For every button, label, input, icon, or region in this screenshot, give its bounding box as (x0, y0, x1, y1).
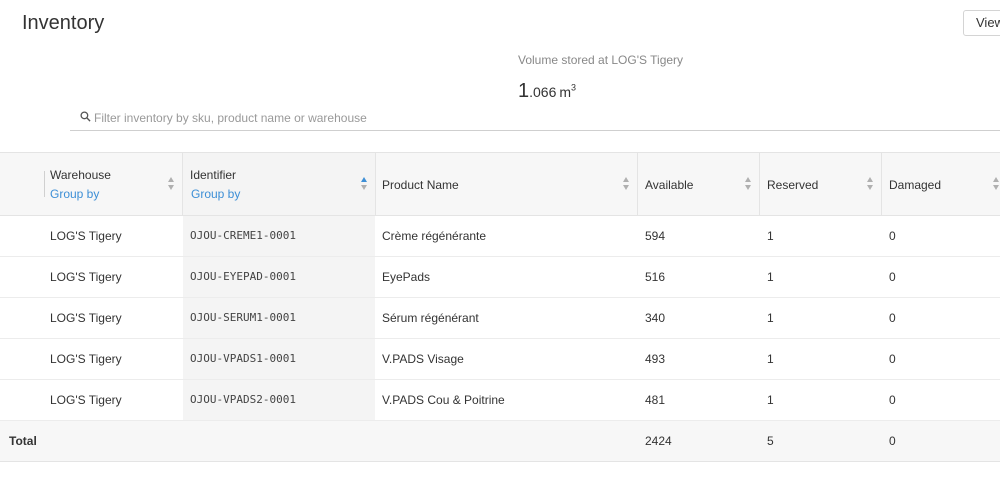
volume-unit: m (559, 84, 572, 100)
cell-product-name: V.PADS Cou & Poitrine (382, 393, 505, 407)
volume-value: 1.066 m3 (518, 80, 576, 103)
cell-damaged: 0 (889, 311, 896, 325)
volume-label: Volume stored at LOG'S Tigery (518, 53, 684, 67)
table-header-row: Warehouse Group by Identifier Group by P… (0, 153, 1000, 216)
volume-value-integer: 1 (518, 80, 530, 102)
cell-damaged: 0 (889, 270, 896, 284)
sort-icon[interactable] (168, 177, 175, 191)
table-total-row: Total 2424 5 0 (0, 421, 1000, 462)
cell-product-name: Sérum régénérant (382, 311, 479, 325)
cell-identifier: OJOU-EYEPAD-0001 (183, 257, 375, 297)
column-header-identifier[interactable]: Identifier Group by (183, 153, 375, 215)
cell-available: 594 (645, 229, 666, 243)
sort-ascending-icon[interactable] (361, 177, 368, 191)
cell-available: 493 (645, 352, 666, 366)
cell-reserved: 1 (767, 311, 774, 325)
table-row[interactable]: LOG'S Tigery OJOU-VPADS2-0001 V.PADS Cou… (0, 380, 1000, 421)
cell-warehouse: LOG'S Tigery (50, 393, 122, 407)
column-title-reserved: Reserved (767, 178, 819, 192)
column-title-product-name: Product Name (382, 178, 459, 192)
warehouse-group-by-link[interactable]: Group by (50, 187, 99, 201)
cell-damaged: 0 (889, 393, 896, 407)
cell-damaged: 0 (889, 352, 896, 366)
cell-reserved: 1 (767, 229, 774, 243)
inventory-table: Warehouse Group by Identifier Group by P… (0, 152, 1000, 462)
cell-identifier: OJOU-SERUM1-0001 (183, 298, 375, 338)
volume-value-decimal: .066 (529, 84, 557, 100)
cell-identifier: OJOU-VPADS2-0001 (183, 380, 375, 420)
identifier-group-by-link[interactable]: Group by (191, 187, 240, 201)
cell-available: 516 (645, 270, 666, 284)
cell-damaged: 0 (889, 229, 896, 243)
total-label: Total (9, 434, 37, 448)
cell-warehouse: LOG'S Tigery (50, 270, 122, 284)
cell-reserved: 1 (767, 352, 774, 366)
cell-available: 340 (645, 311, 666, 325)
column-header-warehouse[interactable]: Warehouse Group by (0, 153, 182, 215)
column-header-reserved[interactable]: Reserved (760, 153, 881, 215)
cell-identifier: OJOU-VPADS1-0001 (183, 339, 375, 379)
sort-icon[interactable] (745, 177, 752, 191)
cell-warehouse: LOG'S Tigery (50, 352, 122, 366)
total-damaged: 0 (889, 434, 896, 448)
column-header-available[interactable]: Available (638, 153, 759, 215)
sort-icon[interactable] (867, 177, 874, 191)
column-title-warehouse: Warehouse (50, 168, 111, 182)
cell-product-name: V.PADS Visage (382, 352, 464, 366)
cell-product-name: EyePads (382, 270, 431, 284)
table-row[interactable]: LOG'S Tigery OJOU-EYEPAD-0001 EyePads 51… (0, 257, 1000, 298)
total-available: 2424 (645, 434, 672, 448)
group-by-indicator (44, 171, 45, 197)
total-reserved: 5 (767, 434, 774, 448)
table-row[interactable]: LOG'S Tigery OJOU-VPADS1-0001 V.PADS Vis… (0, 339, 1000, 380)
cell-reserved: 1 (767, 393, 774, 407)
sort-icon[interactable] (993, 177, 1000, 191)
search-bar (70, 106, 1000, 131)
view-button[interactable]: View (963, 10, 1000, 36)
cell-warehouse: LOG'S Tigery (50, 229, 122, 243)
column-header-product-name[interactable]: Product Name (376, 153, 637, 215)
column-header-damaged[interactable]: Damaged (882, 153, 1000, 215)
cell-reserved: 1 (767, 270, 774, 284)
search-input[interactable] (94, 108, 974, 128)
sort-icon[interactable] (623, 177, 630, 191)
column-title-available: Available (645, 178, 694, 192)
column-title-damaged: Damaged (889, 178, 942, 192)
search-icon (80, 111, 91, 122)
cell-product-name: Crème régénérante (382, 229, 487, 243)
cell-identifier: OJOU-CREME1-0001 (183, 216, 375, 256)
page-title: Inventory (22, 12, 105, 34)
column-title-identifier: Identifier (190, 168, 237, 182)
table-row[interactable]: LOG'S Tigery OJOU-SERUM1-0001 Sérum régé… (0, 298, 1000, 339)
table-row[interactable]: LOG'S Tigery OJOU-CREME1-0001 Crème régé… (0, 216, 1000, 257)
cell-warehouse: LOG'S Tigery (50, 311, 122, 325)
volume-unit-power: 3 (571, 82, 577, 93)
cell-available: 481 (645, 393, 666, 407)
